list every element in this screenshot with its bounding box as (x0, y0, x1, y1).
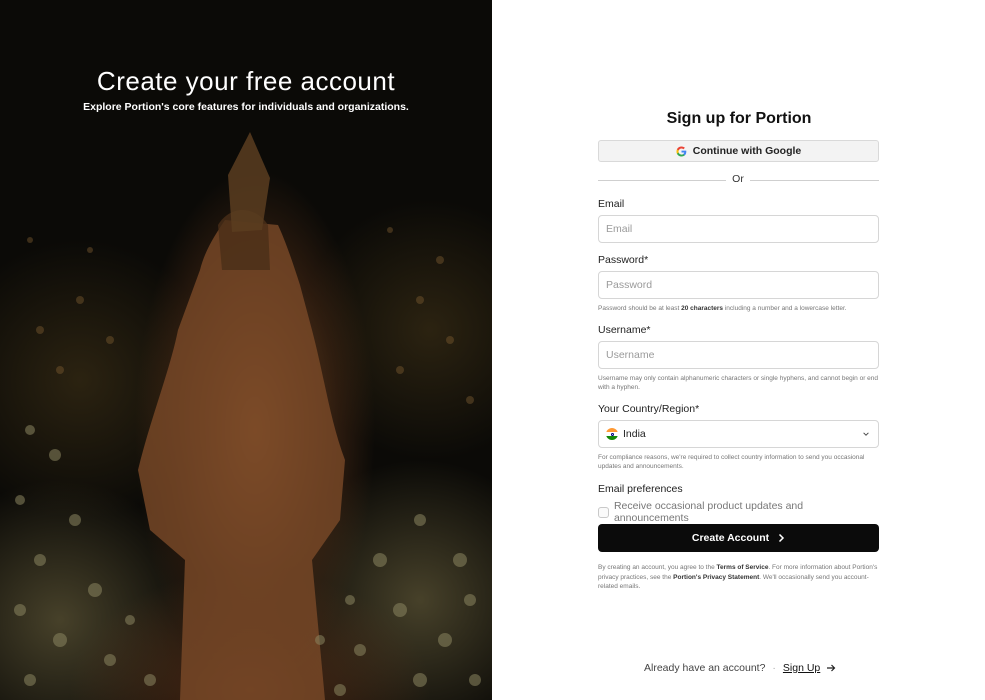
username-input[interactable] (598, 341, 879, 369)
username-label: Username* (598, 324, 651, 336)
chevron-down-icon (863, 432, 869, 436)
create-account-button[interactable]: Create Account (598, 524, 879, 552)
country-selected-value: India (623, 428, 646, 440)
form-title: Sign up for Portion (666, 110, 812, 127)
username-hint: Username may only contain alphanumeric c… (598, 375, 879, 391)
already-have-account-text: Already have an account? (644, 662, 766, 674)
create-account-label: Create Account (691, 532, 770, 544)
or-divider: Or (598, 173, 879, 187)
footer-separator: · (772, 662, 776, 674)
country-select[interactable]: India (598, 420, 879, 448)
password-hint-prefix: Password should be at least (598, 305, 682, 312)
privacy-statement-link[interactable]: Portion's Privacy Statement (673, 574, 759, 581)
arrow-right-icon[interactable] (826, 663, 836, 673)
legal-text-1: By creating an account, you agree to the (598, 564, 717, 571)
hero-subtitle: Explore Portion's core features for indi… (83, 101, 409, 113)
email-preferences-label: Email preferences (598, 483, 683, 495)
google-button-label: Continue with Google (692, 145, 802, 157)
password-hint: Password should be at least 20 character… (598, 304, 879, 313)
password-label: Password* (598, 254, 649, 266)
country-hint: For compliance reasons, we're required t… (598, 454, 865, 470)
legal-notice: By creating an account, you agree to the… (598, 563, 879, 592)
email-label: Email (598, 198, 625, 210)
google-icon (676, 145, 687, 157)
or-label: Or (732, 173, 744, 185)
hero-panel: Create your free account Explore Portion… (0, 0, 492, 700)
footer-signin-row: Already have an account? · Sign Up (644, 662, 836, 674)
divider-line-left (598, 180, 726, 181)
sign-up-link[interactable]: Sign Up (783, 662, 820, 674)
divider-line-right (750, 180, 879, 181)
continue-with-google-button[interactable]: Continue with Google (598, 140, 879, 162)
india-flag-icon (606, 428, 618, 440)
updates-checkbox-label[interactable]: Receive occasional product updates and a… (614, 500, 880, 524)
password-hint-emphasis: 20 characters (681, 305, 724, 312)
email-input[interactable] (598, 215, 879, 243)
hero-title: Create your free account (96, 66, 396, 96)
terms-of-service-link[interactable]: Terms of Service (717, 564, 769, 571)
country-label: Your Country/Region* (598, 403, 700, 415)
chevron-right-icon (779, 533, 785, 543)
updates-checkbox[interactable] (598, 506, 609, 518)
email-preferences-option[interactable]: Receive occasional product updates and a… (598, 500, 880, 524)
password-input[interactable] (598, 271, 879, 299)
password-hint-suffix: including a number and a lowercase lette… (723, 305, 847, 312)
